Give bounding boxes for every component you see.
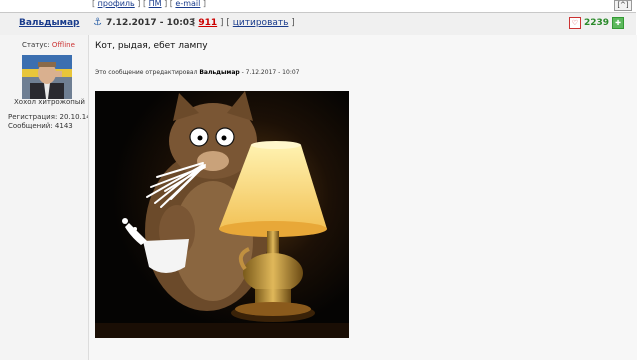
author-name-link[interactable]: Вальдымар (19, 18, 80, 28)
email-link[interactable]: e-mail (175, 0, 200, 8)
post-content: Кот, рыдая, ебет лампу Это сообщение отр… (88, 35, 637, 360)
cat-lamp-picture (95, 91, 349, 338)
user-title: Хохол хитрожопый (14, 98, 85, 106)
bracket: ] [ (134, 0, 149, 8)
pm-link[interactable]: ПМ (149, 0, 162, 8)
anchor-icon[interactable]: ⚓ (93, 17, 102, 28)
profile-link[interactable]: профиль (98, 0, 135, 8)
edit-prefix: Это сообщение отредактировал (95, 69, 198, 76)
bracket: ] [ (161, 0, 176, 8)
minus-shield-icon[interactable]: ♡ (568, 17, 581, 29)
avatar-image (22, 55, 72, 99)
post-image[interactable] (95, 91, 349, 338)
post-message: Кот, рыдая, ебет лампу (95, 41, 208, 51)
reputation-widget: ♡ 2239 ✚ (568, 17, 624, 29)
user-status: Статус: Offline (22, 41, 75, 49)
edit-time: - 7.12.2017 - 10:07 (241, 69, 300, 76)
edit-author: Вальдымар (199, 69, 240, 76)
post-actions: [ 911 ] [ цитировать ] (192, 18, 295, 28)
post-date: 7.12.2017 - 10:03 (106, 18, 196, 28)
reputation-value: 2239 (583, 18, 609, 28)
post-header: Вальдымар ⚓ 7.12.2017 - 10:03 [ 911 ] [ … (0, 12, 636, 36)
profile-links: [ профиль ] [ ПМ ] [ e-mail ] (92, 0, 206, 8)
user-info-column: Статус: Offline Хохол хитрожопый Регистр… (0, 35, 91, 360)
user-stats: Регистрация: 20.10.14 Сообщений: 4143 (8, 113, 91, 131)
previous-post-footer: [ профиль ] [ ПМ ] [ e-mail ] [^] (0, 0, 640, 11)
scroll-to-top-button[interactable]: [^] (614, 0, 632, 11)
edit-notice: Это сообщение отредактировал Вальдымар -… (95, 69, 299, 76)
status-value: Offline (51, 41, 75, 49)
avatar[interactable] (22, 55, 72, 99)
post-number-link[interactable]: 911 (198, 18, 217, 28)
registration-date: Регистрация: 20.10.14 (8, 113, 91, 121)
post-count: Сообщений: 4143 (8, 122, 73, 130)
plus-icon[interactable]: ✚ (612, 17, 624, 29)
bracket: ] (200, 0, 207, 8)
status-label: Статус: (22, 41, 50, 49)
quote-link[interactable]: цитировать (233, 18, 289, 28)
